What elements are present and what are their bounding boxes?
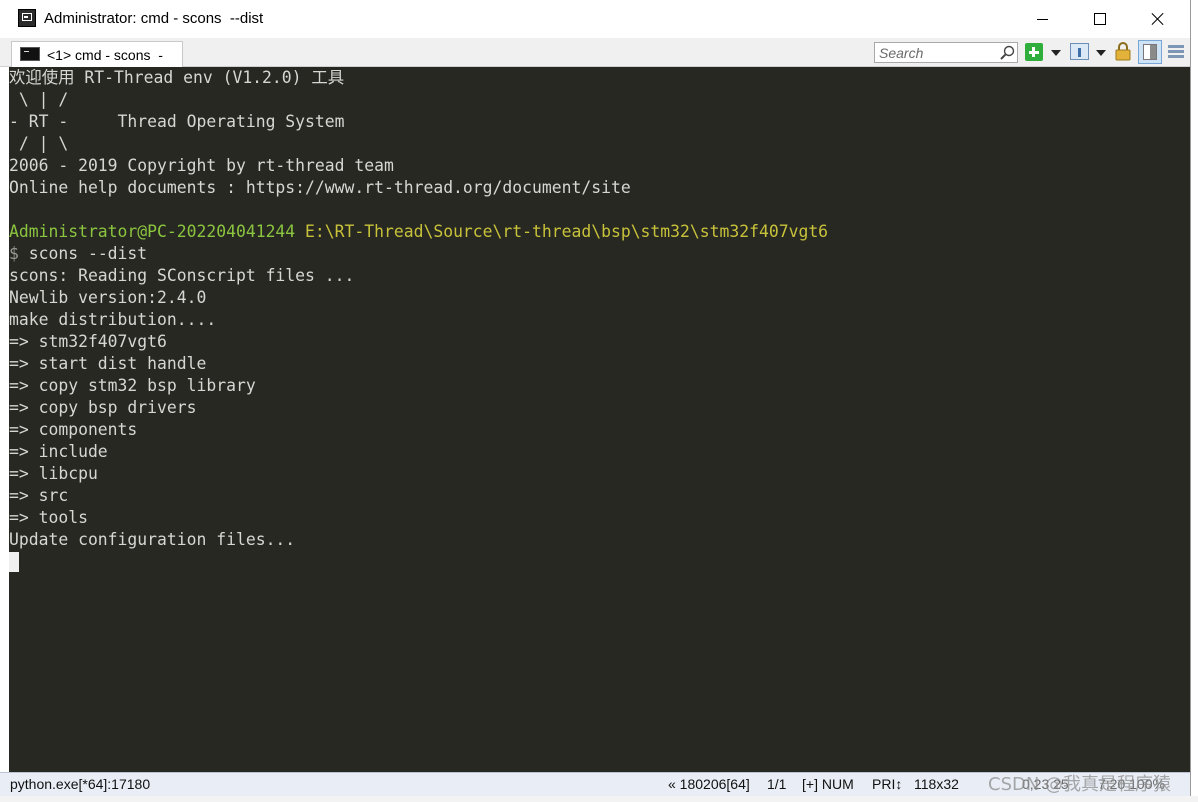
new-console-icon[interactable] bbox=[1025, 43, 1043, 61]
close-icon bbox=[1151, 12, 1165, 26]
status-pages: 1/1 bbox=[767, 776, 787, 792]
console-line: Update configuration files... bbox=[9, 530, 296, 549]
console-tab-icon bbox=[20, 47, 40, 61]
status-size: 118x32 bbox=[914, 776, 959, 792]
desktop-edge bbox=[0, 796, 1198, 802]
maximize-button[interactable] bbox=[1071, 0, 1129, 38]
console-line: make distribution.... bbox=[9, 310, 217, 329]
console-app-icon[interactable] bbox=[18, 9, 36, 27]
console-line: => copy bsp drivers bbox=[9, 398, 197, 417]
console-line: 2006 - 2019 Copyright by rt-thread team bbox=[9, 156, 394, 175]
lock-icon[interactable] bbox=[1114, 41, 1132, 61]
search-icon[interactable] bbox=[999, 45, 1015, 61]
status-priority[interactable]: PRI↕ bbox=[872, 776, 902, 792]
search-box[interactable] bbox=[874, 42, 1018, 63]
panel-view-dropdown-icon[interactable] bbox=[1096, 50, 1106, 56]
console-line: - RT - Thread Operating System bbox=[9, 112, 345, 131]
console-line: => src bbox=[9, 486, 69, 505]
menu-icon[interactable] bbox=[1168, 44, 1184, 60]
prompt-symbol: $ bbox=[9, 244, 19, 263]
tab-cmd-scons[interactable]: <1> cmd - scons - bbox=[11, 41, 183, 67]
search-input[interactable] bbox=[875, 43, 997, 62]
minimize-button[interactable] bbox=[1013, 0, 1071, 38]
title-bar[interactable]: Administrator: cmd - scons --dist bbox=[0, 0, 1190, 38]
console-line: scons: Reading SConscript files ... bbox=[9, 266, 355, 285]
console-line: => stm32f407vgt6 bbox=[9, 332, 167, 351]
console-line: Administrator@PC-202204041244 E:\RT-Thre… bbox=[9, 221, 828, 243]
status-mode: [+] NUM bbox=[802, 776, 854, 792]
console-line: \ | / bbox=[9, 90, 69, 109]
prompt-path: E:\RT-Thread\Source\rt-thread\bsp\stm32\… bbox=[305, 222, 829, 241]
new-console-dropdown-icon[interactable] bbox=[1051, 50, 1061, 56]
console-line: Online help documents : https://www.rt-t… bbox=[9, 178, 631, 197]
console-line: => include bbox=[9, 442, 108, 461]
tab-bar: <1> cmd - scons - bbox=[0, 38, 1190, 67]
maximize-icon bbox=[1094, 13, 1106, 25]
watermark: CSDN @我真是程序猿 bbox=[988, 774, 1172, 795]
split-view-icon[interactable] bbox=[1138, 40, 1162, 64]
console-line: Newlib version:2.4.0 bbox=[9, 288, 207, 307]
console-window: Administrator: cmd - scons --dist <1> cm… bbox=[0, 0, 1191, 802]
console-line: => start dist handle bbox=[9, 354, 207, 373]
status-process: python.exe[*64]:17180 bbox=[10, 776, 151, 792]
console-output[interactable]: 欢迎使用 RT-Thread env (V1.2.0) 工具 \ | / - RT… bbox=[9, 67, 1190, 772]
close-button[interactable] bbox=[1129, 0, 1187, 38]
command-text: scons --dist bbox=[18, 244, 148, 263]
tab-label: <1> cmd - scons - bbox=[47, 47, 163, 63]
console-line: => libcpu bbox=[9, 464, 98, 483]
console-line: => tools bbox=[9, 508, 88, 527]
window-title: Administrator: cmd - scons --dist bbox=[44, 10, 264, 27]
console-line: => copy stm32 bsp library bbox=[9, 376, 256, 395]
console-line: $ scons --dist bbox=[9, 243, 147, 265]
console-line: => components bbox=[9, 420, 138, 439]
minimize-icon bbox=[1036, 18, 1048, 20]
text-cursor bbox=[9, 552, 19, 572]
console-line: 欢迎使用 RT-Thread env (V1.2.0) 工具 bbox=[9, 68, 345, 87]
background-window-strip bbox=[0, 67, 9, 772]
status-position: « 180206[64] bbox=[668, 776, 750, 792]
console-line: / | \ bbox=[9, 134, 69, 153]
prompt-user: Administrator@PC-202204041244 bbox=[9, 222, 296, 241]
panel-view-icon[interactable] bbox=[1070, 43, 1089, 60]
